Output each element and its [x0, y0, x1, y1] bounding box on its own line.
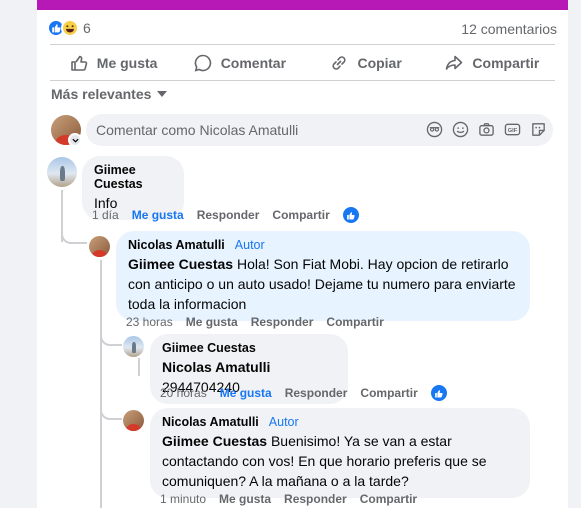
thread-connector	[61, 226, 87, 244]
comment-like-button[interactable]: Me gusta	[186, 315, 238, 329]
comment-reply-button[interactable]: Responder	[251, 315, 314, 329]
comment-like-button[interactable]: Me gusta	[220, 386, 272, 400]
avatar-sticker-icon[interactable]	[426, 121, 443, 138]
comment-time[interactable]: 23 horas	[126, 315, 173, 329]
comment-time[interactable]: 20 horas	[160, 386, 207, 400]
link-icon	[332, 55, 347, 70]
composer-tools: GIF	[426, 121, 547, 138]
comment-reply-button[interactable]: Responder	[285, 386, 348, 400]
comment-input[interactable]	[96, 122, 416, 138]
comment-like-button[interactable]: Me gusta	[132, 208, 184, 222]
comment-author[interactable]: Giimee Cuestas	[94, 163, 172, 191]
post-actions-bar: Me gusta Comentar Copiar Compartir	[50, 46, 555, 79]
comment-text: Giimee Cuestas Hola! Son Fiat Mobi. Hay …	[128, 254, 518, 314]
comment-meta: 20 horas Me gusta Responder Compartir	[160, 385, 447, 401]
haha-reaction-icon	[61, 19, 79, 37]
like-reaction-icon[interactable]	[342, 207, 359, 223]
mention-tag[interactable]: Giimee Cuestas	[128, 256, 233, 272]
like-button-label: Me gusta	[96, 54, 158, 71]
commenter-avatar[interactable]	[47, 157, 77, 187]
sort-dropdown[interactable]: Más relevantes	[51, 86, 168, 102]
comment-author[interactable]: Giimee Cuestas	[162, 341, 256, 355]
thread-connector	[100, 400, 122, 420]
commenter-avatar[interactable]	[123, 336, 144, 357]
chevron-down-icon[interactable]	[68, 133, 82, 147]
comment-share-button[interactable]: Compartir	[360, 386, 417, 400]
like-button[interactable]: Me gusta	[50, 46, 176, 79]
comment-reply-button[interactable]: Responder	[197, 208, 260, 222]
thread-line	[100, 260, 102, 508]
gif-icon[interactable]: GIF	[504, 121, 521, 138]
comment-bubble: Nicolas Amatulli Autor Giimee Cuestas Ho…	[116, 231, 530, 321]
comment-time[interactable]: 1 minuto	[160, 492, 206, 506]
comment-meta: 23 horas Me gusta Responder Compartir	[126, 315, 384, 329]
mention-tag[interactable]: Giimee Cuestas	[162, 433, 267, 449]
sort-label: Más relevantes	[51, 86, 152, 102]
copy-button[interactable]: Copiar	[303, 46, 429, 79]
mention-tag[interactable]: Nicolas Amatulli	[162, 359, 270, 375]
author-badge: Autor	[234, 238, 265, 252]
comment-like-button[interactable]: Me gusta	[219, 492, 271, 506]
share-button[interactable]: Compartir	[429, 46, 555, 79]
svg-text:GIF: GIF	[508, 128, 518, 134]
comment-author[interactable]: Nicolas Amatulli	[162, 415, 259, 429]
comment-meta: 1 minuto Me gusta Responder Compartir	[160, 492, 417, 506]
thumbs-up-icon	[70, 55, 88, 71]
comment-share-button[interactable]: Compartir	[326, 315, 383, 329]
reaction-count: 6	[83, 20, 91, 36]
comment-bubble: Nicolas Amatulli Autor Giimee Cuestas Bu…	[150, 408, 530, 498]
commenter-avatar[interactable]	[123, 410, 144, 431]
camera-icon[interactable]	[478, 121, 495, 138]
divider	[50, 44, 555, 45]
comment-reply-button[interactable]: Responder	[284, 492, 347, 506]
comments-count[interactable]: 12 comentarios	[461, 21, 557, 37]
reactions-summary[interactable]: 6	[47, 19, 91, 37]
comment-text: Giimee Cuestas Buenisimo! Ya se van a es…	[162, 431, 518, 491]
comment-composer[interactable]: GIF	[86, 114, 553, 146]
comment-meta: 1 día Me gusta Responder Compartir	[92, 207, 359, 223]
copy-button-label: Copiar	[357, 54, 402, 71]
comment-share-button[interactable]: Compartir	[360, 492, 417, 506]
emoji-icon[interactable]	[452, 121, 469, 138]
comment-time[interactable]: 1 día	[92, 208, 119, 222]
like-reaction-icon[interactable]	[430, 385, 447, 401]
comment-button-label: Comentar	[220, 54, 287, 71]
share-icon	[446, 55, 463, 70]
sticker-icon[interactable]	[530, 121, 547, 138]
post-card: 6 12 comentarios Me gusta Comentar Copia…	[37, 0, 568, 508]
author-badge: Autor	[268, 415, 299, 429]
thread-connector	[100, 330, 122, 346]
post-image-edge	[37, 0, 568, 10]
comment-button[interactable]: Comentar	[176, 46, 302, 79]
comment-author[interactable]: Nicolas Amatulli	[128, 238, 225, 252]
caret-down-icon	[157, 91, 168, 97]
commenter-avatar[interactable]	[89, 236, 110, 257]
thread-line	[138, 358, 140, 376]
divider	[50, 80, 555, 81]
comment-icon	[194, 54, 211, 72]
share-button-label: Compartir	[472, 54, 540, 71]
comment-share-button[interactable]: Compartir	[272, 208, 329, 222]
